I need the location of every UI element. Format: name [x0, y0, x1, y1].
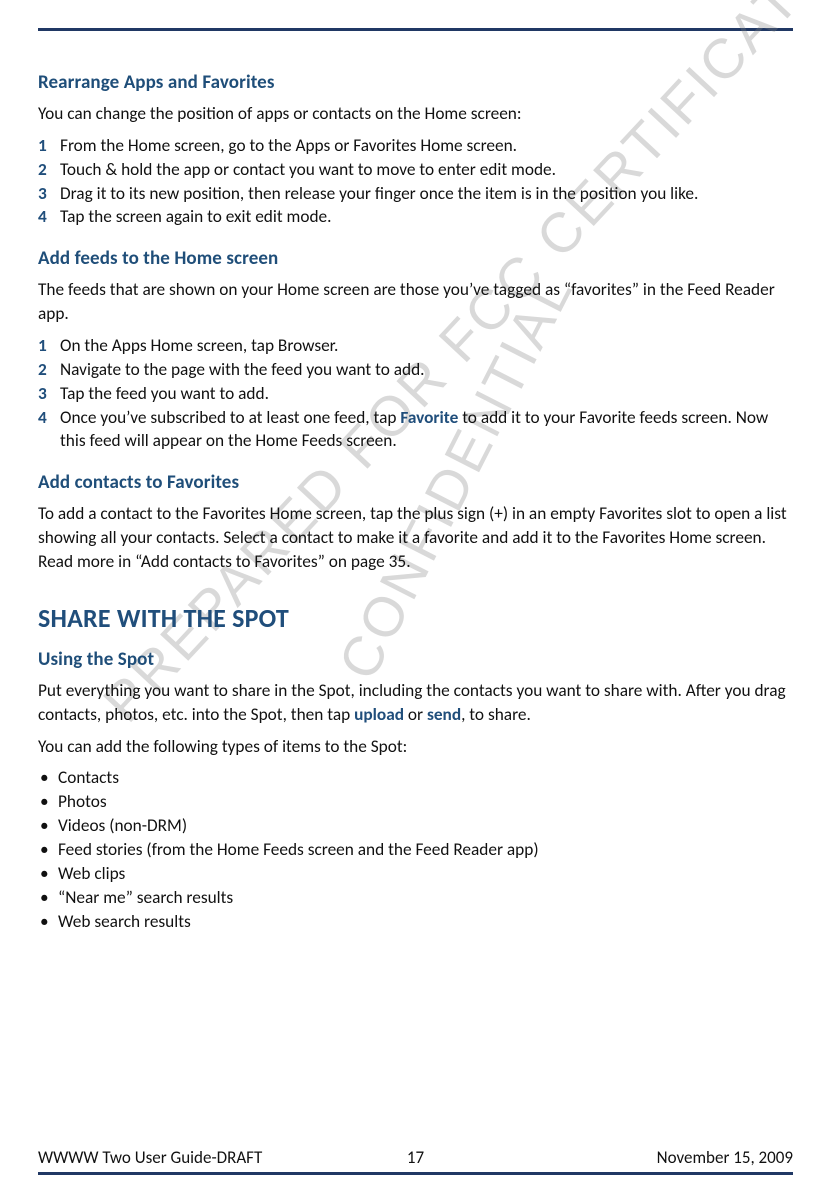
- list-item: 4 Once you’ve subscribed to at least one…: [38, 406, 793, 454]
- list-item: 2Navigate to the page with the feed you …: [38, 358, 793, 382]
- body-area: Rearrange Apps and Favorites You can cha…: [38, 71, 793, 933]
- favorite-keyword: Favorite: [400, 407, 458, 428]
- page-footer: WWWW Two User Guide-DRAFT 17 November 15…: [38, 1147, 793, 1175]
- footer-page-number: 17: [407, 1147, 424, 1168]
- step-number: 3: [38, 182, 60, 206]
- step-number: 4: [38, 406, 60, 454]
- body-spot-types: You can add the following types of items…: [38, 735, 793, 759]
- bottom-rule: [38, 1172, 793, 1175]
- heading-add-feeds: Add feeds to the Home screen: [38, 247, 793, 270]
- list-item: Feed stories (from the Home Feeds screen…: [38, 838, 793, 862]
- body-spot-intro: Put everything you want to share in the …: [38, 679, 793, 727]
- footer-left: WWWW Two User Guide-DRAFT: [38, 1147, 262, 1168]
- step-number: 1: [38, 134, 60, 158]
- intro-add-feeds: The feeds that are shown on your Home sc…: [38, 278, 793, 326]
- step-text: Tap the feed you want to add.: [60, 382, 269, 406]
- list-item: “Near me” search results: [38, 886, 793, 910]
- send-keyword: send: [427, 704, 461, 725]
- step-number: 1: [38, 334, 60, 358]
- spot-item-list: Contacts Photos Videos (non-DRM) Feed st…: [38, 766, 793, 933]
- list-item: 3Drag it to its new position, then relea…: [38, 182, 793, 206]
- section-add-contacts: Add contacts to Favorites To add a conta…: [38, 471, 793, 574]
- step-text: Navigate to the page with the feed you w…: [60, 358, 425, 382]
- text-run: or: [404, 704, 427, 725]
- footer-right: November 15, 2009: [657, 1147, 793, 1168]
- step-number: 2: [38, 358, 60, 382]
- text-run: Once you’ve subscribed to at least one f…: [60, 407, 400, 428]
- section-rearrange: Rearrange Apps and Favorites You can cha…: [38, 71, 793, 229]
- text-run: , to share.: [461, 704, 531, 725]
- major-heading-share: SHARE WITH THE SPOT: [38, 602, 793, 634]
- step-text: Drag it to its new position, then releas…: [60, 182, 698, 206]
- heading-rearrange: Rearrange Apps and Favorites: [38, 71, 793, 94]
- step-number: 3: [38, 382, 60, 406]
- section-using-spot: Using the Spot Put everything you want t…: [38, 648, 793, 934]
- heading-add-contacts: Add contacts to Favorites: [38, 471, 793, 494]
- body-add-contacts: To add a contact to the Favorites Home s…: [38, 502, 793, 574]
- list-item: Web clips: [38, 862, 793, 886]
- document-page: PREPARED FOR FCC CERTIFICATION CONFIDENT…: [0, 0, 831, 1189]
- list-item: 4Tap the screen again to exit edit mode.: [38, 205, 793, 229]
- step-number: 2: [38, 158, 60, 182]
- list-item: 1From the Home screen, go to the Apps or…: [38, 134, 793, 158]
- upload-keyword: upload: [354, 704, 404, 725]
- list-item: Web search results: [38, 910, 793, 934]
- intro-rearrange: You can change the position of apps or c…: [38, 102, 793, 126]
- section-add-feeds: Add feeds to the Home screen The feeds t…: [38, 247, 793, 453]
- steps-rearrange: 1From the Home screen, go to the Apps or…: [38, 134, 793, 229]
- list-item: Contacts: [38, 766, 793, 790]
- list-item: 2Touch & hold the app or contact you wan…: [38, 158, 793, 182]
- list-item: Photos: [38, 790, 793, 814]
- list-item: 3Tap the feed you want to add.: [38, 382, 793, 406]
- list-item: Videos (non-DRM): [38, 814, 793, 838]
- step-text: Tap the screen again to exit edit mode.: [60, 205, 332, 229]
- list-item: 1On the Apps Home screen, tap Browser.: [38, 334, 793, 358]
- step-number: 4: [38, 205, 60, 229]
- footer-line: WWWW Two User Guide-DRAFT 17 November 15…: [38, 1147, 793, 1168]
- step-text: From the Home screen, go to the Apps or …: [60, 134, 517, 158]
- step-text: Once you’ve subscribed to at least one f…: [60, 406, 793, 454]
- step-text: On the Apps Home screen, tap Browser.: [60, 334, 338, 358]
- step-text: Touch & hold the app or contact you want…: [60, 158, 556, 182]
- steps-add-feeds: 1On the Apps Home screen, tap Browser. 2…: [38, 334, 793, 453]
- heading-using-spot: Using the Spot: [38, 648, 793, 671]
- top-rule: [38, 28, 793, 31]
